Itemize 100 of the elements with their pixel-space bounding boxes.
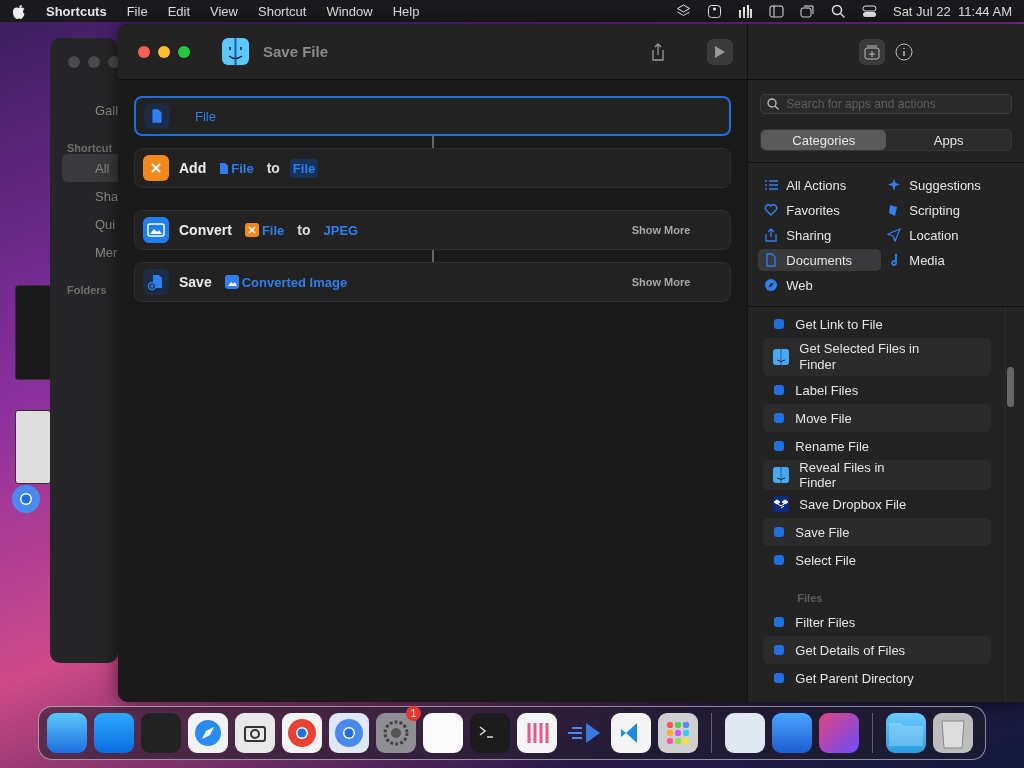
action-label: Save Dropbox File: [799, 496, 908, 512]
category-item[interactable]: Suggestions: [881, 174, 1002, 196]
scrollbar[interactable]: [1005, 307, 1015, 702]
add-to-library-button[interactable]: [859, 38, 886, 65]
action-list-item[interactable]: Get Selected Files in Finder: [763, 338, 992, 376]
action-list-item[interactable]: Save Dropbox File: [763, 490, 992, 518]
app-menu[interactable]: Shortcuts: [46, 3, 107, 19]
action-label: Get Details of Files: [795, 642, 907, 658]
code-editor-icon[interactable]: [611, 713, 651, 753]
windows-icon[interactable]: [799, 3, 815, 19]
action-list-item[interactable]: Label Files: [763, 376, 992, 404]
action-list-item[interactable]: Save File: [763, 518, 992, 546]
variable-token[interactable]: File: [241, 220, 288, 240]
menu-item[interactable]: Edit: [167, 3, 191, 19]
window-title[interactable]: Save File: [263, 43, 329, 60]
category-item[interactable]: Scripting: [881, 199, 1002, 221]
action-name: Add: [179, 160, 207, 176]
round-logo-icon[interactable]: [11, 484, 41, 514]
show-more-button[interactable]: Show More: [631, 276, 691, 288]
action-text: to: [266, 160, 280, 176]
share-icon: [764, 228, 779, 242]
category-item[interactable]: Sharing: [758, 224, 882, 246]
category-item[interactable]: Documents: [758, 249, 882, 271]
sidebar-icon[interactable]: [768, 3, 784, 19]
action-icon: [773, 384, 786, 396]
action-list-item[interactable]: Get Link to File: [763, 310, 992, 338]
round-logo-icon[interactable]: [329, 713, 369, 753]
variable-token[interactable]: Converted Image: [221, 272, 351, 292]
folder-icon[interactable]: [886, 713, 926, 753]
action-label: Reveal Files in Finder: [799, 460, 886, 490]
list-icon: [764, 178, 779, 192]
category-label: All Actions: [786, 177, 847, 193]
action-label: Move File: [795, 410, 853, 426]
action-label: Get Link to File: [795, 316, 884, 332]
menu-bar-clock[interactable]: Sat Jul 22 11:44 AM: [892, 3, 1012, 19]
variable-token[interactable]: File: [216, 158, 257, 178]
segment-tab[interactable]: Categories: [761, 130, 887, 150]
action-block[interactable]: Add File to File: [134, 148, 732, 188]
window-thumbnail[interactable]: [15, 410, 51, 484]
app-grid-icon[interactable]: [658, 713, 698, 753]
action-label: Filter Files: [795, 614, 857, 630]
action-icon: [773, 440, 786, 452]
action-list-item[interactable]: Get Parent Directory: [763, 664, 992, 692]
menu-item[interactable]: Help: [392, 3, 420, 19]
camera-icon[interactable]: [235, 713, 275, 753]
action-block[interactable]: Save Converted Image Show More: [134, 262, 732, 302]
action-list-item[interactable]: Rename File: [763, 432, 992, 460]
sidebar-section-header: Folders: [66, 283, 108, 296]
parameter-token[interactable]: File: [192, 106, 219, 126]
rounded-square-icon[interactable]: [706, 3, 722, 19]
action-list-item[interactable]: Filter Files: [763, 608, 992, 636]
action-list-item[interactable]: Select File: [763, 546, 992, 574]
play-icon: [714, 44, 727, 59]
apple-logo-icon[interactable]: [12, 3, 26, 19]
menu-item[interactable]: Shortcut: [258, 3, 307, 19]
play-button[interactable]: [707, 38, 734, 65]
category-item[interactable]: Media: [881, 249, 1002, 271]
action-text: to: [297, 222, 311, 238]
round-logo-icon[interactable]: [282, 713, 322, 753]
bar-levels-icon[interactable]: [737, 3, 753, 19]
action-label: Label Files: [795, 382, 860, 398]
menu-item[interactable]: View: [210, 3, 238, 19]
layers-icon[interactable]: [675, 3, 691, 19]
category-item[interactable]: All Actions: [758, 174, 882, 196]
magic-wand-icon: [143, 155, 169, 181]
category-item[interactable]: Web: [758, 274, 882, 296]
action-icon: [773, 412, 786, 424]
show-more-button[interactable]: Show More: [631, 224, 691, 236]
compass-icon: [764, 278, 779, 292]
segment-tab[interactable]: Apps: [886, 130, 1011, 150]
info-icon[interactable]: [895, 42, 914, 61]
sidebar-item[interactable]: Mer: [50, 238, 118, 266]
toggles-icon[interactable]: [861, 3, 877, 19]
trash-icon[interactable]: [933, 713, 973, 753]
category-label: Favorites: [786, 202, 840, 218]
category-label: Suggestions: [909, 177, 981, 193]
action-list-item[interactable]: Move File: [763, 404, 992, 432]
action-list-item[interactable]: Reveal Files in Finder: [763, 460, 992, 490]
sidebar-item[interactable]: Gall: [50, 96, 118, 124]
window-thumbnail[interactable]: [15, 285, 51, 380]
heart-icon: [764, 203, 779, 217]
minimize-button[interactable]: [158, 45, 170, 58]
columns-icon[interactable]: [517, 713, 557, 753]
sidebar-item[interactable]: Sha: [50, 182, 118, 210]
action-label: Select File: [795, 552, 857, 568]
action-list-item[interactable]: Get Details of Files: [763, 636, 992, 664]
close-button[interactable]: [138, 45, 150, 58]
sidebar-item[interactable]: Qui: [50, 210, 118, 238]
compass-icon[interactable]: [188, 713, 228, 753]
action-block[interactable]: Convert File to JPEG Show More: [134, 210, 732, 250]
variable-block[interactable]: File: [134, 96, 732, 136]
menu-item[interactable]: Window: [326, 3, 373, 19]
parameter-token[interactable]: JPEG: [320, 220, 362, 240]
category-item[interactable]: Location: [881, 224, 1002, 246]
search-icon[interactable]: [830, 3, 846, 19]
share-icon: [650, 42, 667, 61]
category-item[interactable]: Favorites: [758, 199, 882, 221]
menu-item[interactable]: File: [126, 3, 148, 19]
sidebar-section-header: Shortcut: [66, 141, 114, 154]
zoom-button[interactable]: [178, 45, 190, 58]
